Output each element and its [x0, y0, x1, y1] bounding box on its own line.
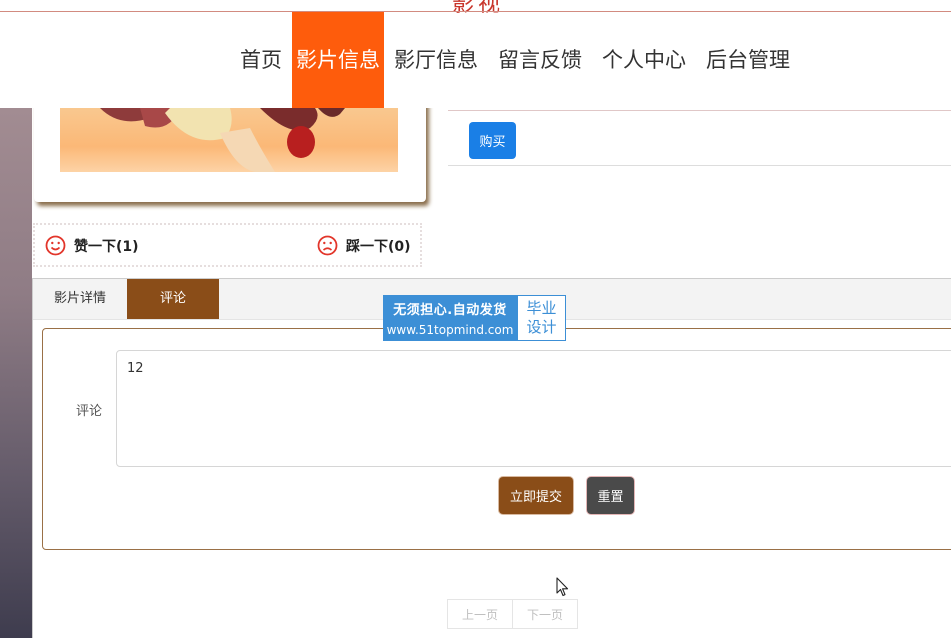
page-background-strip — [0, 108, 32, 638]
watermark-line2: www.51topmind.com — [386, 323, 514, 337]
nav-item-movie-info[interactable]: 影片信息 — [292, 12, 384, 108]
smile-icon — [45, 235, 66, 256]
frown-icon — [317, 235, 338, 256]
watermark-badge-label: 毕业 设计 — [517, 295, 566, 341]
dislike-button[interactable]: 踩一下(0) — [317, 235, 411, 256]
watermark-badge: 无须担心.自动发货 www.51topmind.com 毕业 设计 — [383, 295, 566, 341]
pagination: 上一页 下一页 — [447, 599, 578, 629]
reset-button[interactable]: 重置 — [587, 477, 634, 514]
submit-button[interactable]: 立即提交 — [499, 477, 573, 514]
nav-item-user-center[interactable]: 个人中心 — [592, 12, 696, 108]
comment-label: 评论 — [76, 404, 103, 419]
dislike-label: 踩一下(0) — [346, 238, 411, 255]
mouse-cursor-icon — [556, 577, 569, 597]
buy-button[interactable]: 购买 — [469, 122, 516, 159]
nav-item-hall-info[interactable]: 影厅信息 — [384, 12, 488, 108]
watermark-badge-line2: 设计 — [526, 318, 557, 336]
nav-item-feedback[interactable]: 留言反馈 — [488, 12, 592, 108]
divider — [448, 110, 951, 111]
prev-page-button[interactable]: 上一页 — [447, 599, 513, 629]
watermark-text: 无须担心.自动发货 www.51topmind.com — [383, 295, 517, 341]
tab-comments[interactable]: 评论 — [127, 279, 219, 319]
divider — [448, 165, 951, 166]
next-page-button[interactable]: 下一页 — [513, 599, 578, 629]
watermark-line1: 无须担心.自动发货 — [393, 303, 507, 318]
movie-poster-image — [60, 108, 398, 172]
nav-item-home[interactable]: 首页 — [230, 12, 292, 108]
main-nav: 首页 影片信息 影厅信息 留言反馈 个人中心 后台管理 — [230, 12, 800, 108]
like-label: 赞一下(1) — [74, 238, 139, 255]
vote-box: 赞一下(1) 踩一下(0) — [33, 223, 422, 267]
comment-textarea[interactable]: 12 — [116, 350, 951, 467]
watermark-badge-line1: 毕业 — [526, 299, 557, 317]
tab-movie-details[interactable]: 影片详情 — [33, 279, 127, 319]
site-header: 影视 首页 影片信息 影厅信息 留言反馈 个人中心 后台管理 — [0, 0, 951, 108]
like-button[interactable]: 赞一下(1) — [45, 235, 139, 256]
nav-item-admin[interactable]: 后台管理 — [696, 12, 800, 108]
